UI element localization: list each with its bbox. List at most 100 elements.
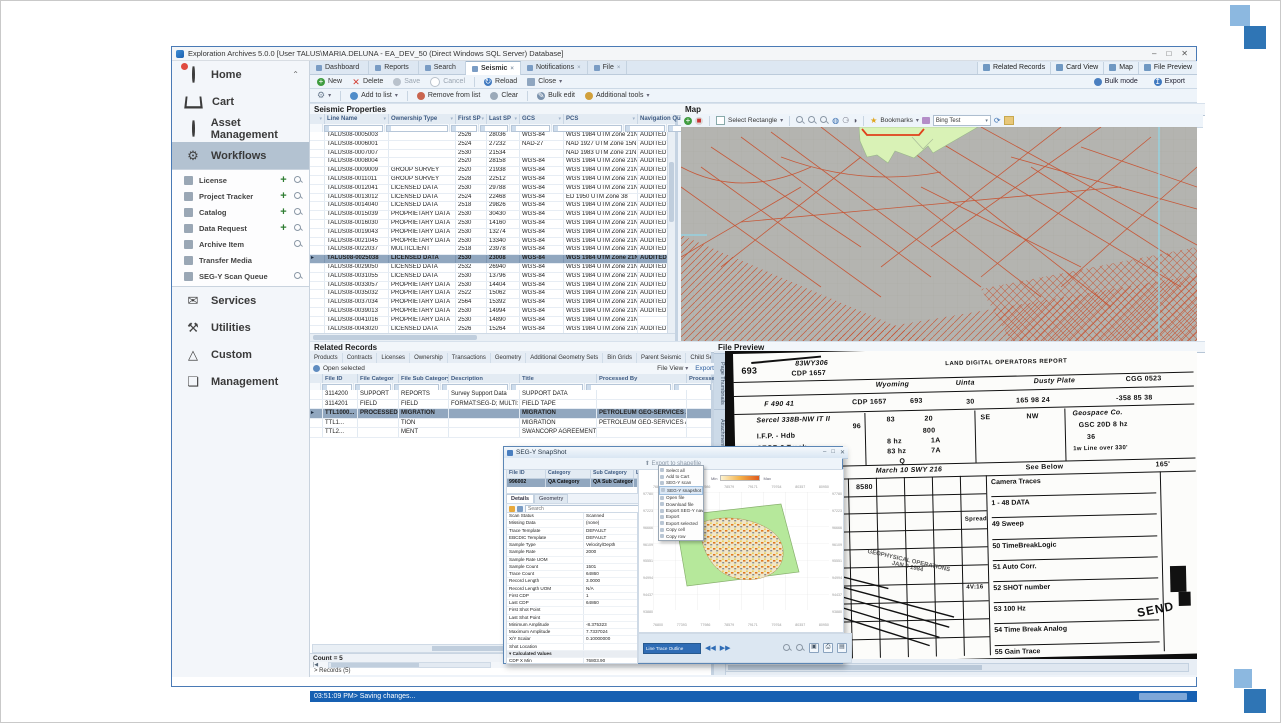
zoom-box-icon[interactable] (820, 116, 829, 125)
workflow-subitem[interactable]: SEG-Y Scan Queue (172, 268, 309, 284)
tab-details[interactable]: Details (506, 494, 534, 503)
table-row[interactable]: TALUS08-0041016 PROPRIETARY DATA 2530 14… (310, 317, 671, 326)
table-row[interactable]: TALUS08-0033057 PROPRIETARY DATA 2530 14… (310, 282, 671, 291)
property-row[interactable]: Missing Data (none) (507, 520, 637, 527)
row-selector[interactable] (310, 176, 325, 184)
property-row[interactable]: Maximum Amplitude 7.7337024 (507, 629, 637, 636)
close-button[interactable]: ✕ (1181, 49, 1188, 58)
table-row[interactable]: TALUS08-0019043 PROPRIETARY DATA 2530 13… (310, 229, 671, 238)
table-row[interactable]: TALUS08-0011011 GROUP SURVEY 2528 22512 … (310, 176, 671, 185)
select-rectangle-button[interactable]: Select Rectangle (728, 117, 777, 124)
remove-from-list-button[interactable]: Remove from list (413, 91, 485, 101)
table-row[interactable]: TTL2... MENT SWANCORP AGREEMENT (310, 428, 711, 438)
basemap-combo[interactable]: Bing Test▾ (933, 115, 991, 126)
seismic-table-body[interactable]: TALUS08-0005003 2526 28036 WGS-84 WGS 19… (310, 132, 671, 334)
property-row[interactable]: Trace Template DEFAULT (507, 528, 637, 535)
document-tab[interactable]: File × (588, 61, 628, 74)
table-row[interactable]: TALUS08-0039013 PROPRIETARY DATA 2530 14… (310, 308, 671, 317)
table-row[interactable]: TALUS08-0006001 2524 27232 NAD-27 NAD 19… (310, 141, 671, 150)
layers-icon[interactable] (922, 117, 930, 124)
row-selector[interactable] (310, 299, 325, 307)
trace-outline-combo[interactable]: Line Trace Outline (643, 643, 701, 654)
row-selector[interactable] (310, 246, 325, 254)
globe-extent-icon[interactable]: ◍ (832, 116, 839, 125)
bookmarks-star-icon[interactable]: ★ (870, 116, 877, 125)
related-tab[interactable]: Parent Seismic (637, 353, 686, 363)
save-plot-icon[interactable]: ▤ (837, 643, 847, 653)
related-tab[interactable]: Ownership (410, 353, 448, 363)
table-row[interactable]: TALUS08-0031055 LICENSED DATA 2530 13796… (310, 273, 671, 282)
tab-close-icon[interactable]: × (577, 65, 581, 71)
context-menu-item[interactable]: Copy row (659, 533, 703, 539)
add-icon[interactable] (279, 192, 288, 201)
row-selector[interactable] (310, 390, 323, 399)
document-tab[interactable]: Reports (369, 61, 419, 74)
property-row[interactable]: Scan Status Scanned (507, 513, 637, 520)
map-add-icon[interactable]: + (684, 117, 692, 125)
view-toggle-button[interactable]: Card View (1050, 62, 1103, 74)
title-bar[interactable]: Exploration Archives 5.0.0 [User TALUS\M… (172, 47, 1196, 61)
table-row[interactable]: TTL1... TION MIGRATION PETROLEUM GEO-SER… (310, 419, 711, 429)
add-icon[interactable] (279, 176, 288, 185)
identify-icon[interactable]: ◑ (852, 116, 857, 125)
export-button[interactable]: ↥Export (1150, 77, 1189, 87)
property-list[interactable]: Scan Status Scanned Missing Data (none) … (506, 512, 638, 664)
related-tab[interactable]: Licenses (377, 353, 410, 363)
workflow-subitem[interactable]: Project Tracker (172, 188, 309, 204)
row-selector[interactable] (310, 167, 325, 175)
row-selector[interactable] (310, 273, 325, 281)
related-export-button[interactable]: Export (695, 365, 714, 372)
row-selector[interactable] (310, 238, 325, 246)
row-selector[interactable] (310, 419, 323, 428)
property-row[interactable]: Sample Count 1501 (507, 564, 637, 571)
maximize-button[interactable]: □ (1166, 49, 1171, 58)
category-view-icon[interactable] (509, 506, 515, 512)
snapshot-minimize-button[interactable]: – (823, 449, 826, 456)
settings-button[interactable]: ⚙▾ (313, 89, 335, 102)
snapshot-file-grid[interactable]: File ID Category Sub Category Line Nam 9… (506, 469, 638, 494)
add-to-list-button[interactable]: Add to list▾ (346, 91, 402, 101)
table-row[interactable]: TTL1000... PROCESSED MIGRATION MIGRATION… (310, 409, 711, 419)
save-button[interactable]: Save (389, 77, 424, 87)
related-tab[interactable]: Bin Grids (603, 353, 637, 363)
table-row[interactable]: TALUS08-0022037 MULTICLIENT 2518 23978 W… (310, 246, 671, 255)
document-tab[interactable]: Dashboard (310, 61, 369, 74)
row-selector[interactable] (310, 428, 323, 437)
table-row[interactable]: TALUS08-0005003 2526 28036 WGS-84 WGS 19… (310, 132, 671, 141)
row-selector[interactable] (310, 211, 325, 219)
row-selector[interactable] (310, 158, 325, 166)
row-selector[interactable] (310, 255, 325, 263)
context-menu-item[interactable]: Export selected (659, 520, 703, 526)
bulk-edit-button[interactable]: ✎Bulk edit (533, 91, 579, 101)
row-selector[interactable] (310, 308, 325, 316)
plot-zoom-in-icon[interactable] (783, 644, 792, 653)
snapshot-grid-row[interactable]: 996002 QA Category QA Sub Category (507, 479, 637, 487)
property-row[interactable]: First Shot Point (507, 607, 637, 614)
row-selector[interactable] (310, 150, 325, 158)
related-tab[interactable]: Geometry (491, 353, 526, 363)
file-view-button[interactable]: File View ▾ (657, 365, 688, 372)
property-row[interactable]: Record Length UOM N/A (507, 586, 637, 593)
row-selector[interactable] (310, 409, 323, 418)
property-row[interactable]: Minimum Amplitude -8.375323 (507, 622, 637, 629)
chevron-up-icon[interactable]: ⌃ (292, 70, 299, 79)
row-selector[interactable] (310, 264, 325, 272)
related-tab[interactable]: Additional Geometry Sets (526, 353, 603, 363)
row-selector[interactable] (310, 317, 325, 325)
property-row[interactable]: ▾ Calculated Values (507, 651, 637, 658)
row-selector[interactable] (310, 220, 325, 228)
clear-button[interactable]: Clear (486, 91, 522, 101)
table-row[interactable]: TALUS08-0021045 PROPRIETARY DATA 2530 13… (310, 238, 671, 247)
document-tab[interactable]: Search (419, 61, 466, 74)
table-row[interactable]: TALUS08-0025038 LICENSED DATA 2530 23008… (310, 255, 671, 264)
table-row[interactable]: 3114201 FIELD FIELD FORMAT:SEG-D; MULTI:… (310, 400, 711, 410)
minimize-button[interactable]: – (1152, 49, 1156, 58)
view-toggle-button[interactable]: Map (1103, 62, 1138, 74)
workflow-subitem[interactable]: Data Request (172, 220, 309, 236)
search-icon[interactable] (294, 224, 303, 233)
table-row[interactable]: TALUS08-0035032 PROPRIETARY DATA 2522 15… (310, 290, 671, 299)
workflow-subitem[interactable]: License (172, 172, 309, 188)
related-table-body[interactable]: 3114200 SUPPORT REPORTS Survey Support D… (310, 390, 711, 438)
sidebar-item-custom[interactable]: △ Custom (172, 341, 309, 368)
property-row[interactable]: Last Shot Point (507, 615, 637, 622)
